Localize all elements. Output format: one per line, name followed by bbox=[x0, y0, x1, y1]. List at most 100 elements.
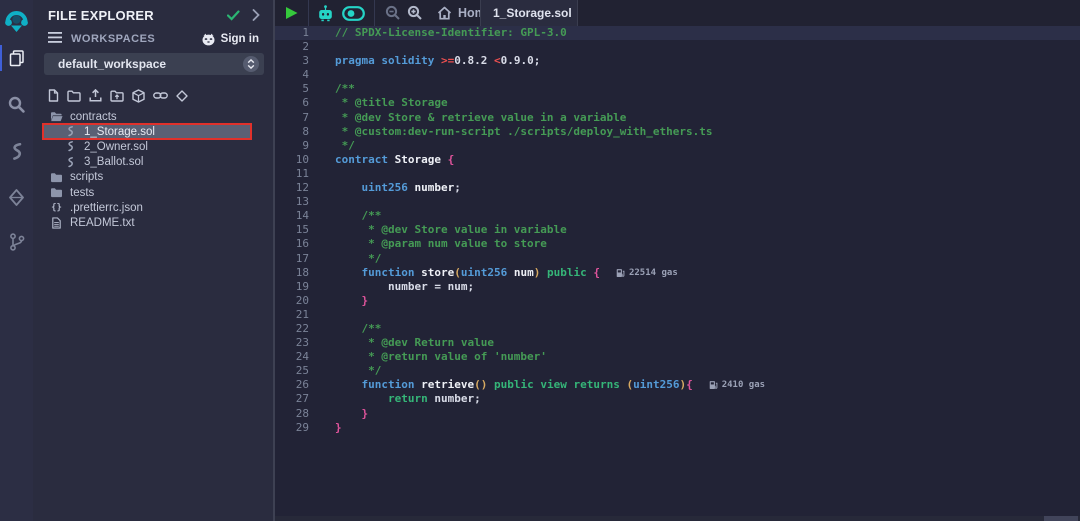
code-line-19[interactable]: 19 number = num; bbox=[275, 280, 1080, 294]
workspace-dropdown[interactable]: default_workspace bbox=[44, 53, 264, 75]
line-number: 22 bbox=[275, 322, 309, 336]
new-folder-icon[interactable] bbox=[67, 90, 81, 102]
code-text: * @dev Store value in variable bbox=[335, 223, 567, 237]
chevron-right-icon[interactable] bbox=[252, 9, 260, 21]
git-icon[interactable] bbox=[0, 225, 33, 258]
line-number: 20 bbox=[275, 294, 309, 308]
code-line-22[interactable]: 22 /** bbox=[275, 322, 1080, 336]
code-line-16[interactable]: 16 * @param num value to store bbox=[275, 237, 1080, 251]
workspace-dropdown-value: default_workspace bbox=[58, 57, 243, 71]
code-text: /** bbox=[335, 322, 381, 336]
code-line-3[interactable]: 3pragma solidity >=0.8.2 <0.9.0; bbox=[275, 54, 1080, 68]
ipfs-box-icon[interactable] bbox=[132, 89, 145, 103]
code-line-25[interactable]: 25 */ bbox=[275, 364, 1080, 378]
file-explorer-icon[interactable] bbox=[0, 41, 33, 74]
gist-icon[interactable] bbox=[176, 90, 188, 102]
zoom-out-icon[interactable] bbox=[385, 5, 401, 21]
copilot-toggle-icon[interactable] bbox=[342, 6, 365, 21]
ai-copilot-robot-icon[interactable] bbox=[316, 5, 335, 22]
gas-estimate-badge: 2410 gas bbox=[709, 378, 765, 392]
upload-file-icon[interactable] bbox=[89, 89, 102, 102]
tree-item-1_Storage.sol[interactable]: 1_Storage.sol bbox=[33, 124, 273, 139]
code-text: function retrieve() public view returns … bbox=[335, 378, 693, 392]
code-editor[interactable]: 1 // SPDX-License-Identifier: GPL-3.023pr… bbox=[275, 26, 1080, 521]
horizontal-scrollbar[interactable] bbox=[275, 516, 1080, 521]
file-text-icon bbox=[50, 217, 63, 229]
code-line-9[interactable]: 9 */ bbox=[275, 139, 1080, 153]
code-line-14[interactable]: 14 /** bbox=[275, 209, 1080, 223]
code-line-18[interactable]: 18 function store(uint256 num) public {2… bbox=[275, 266, 1080, 280]
code-text: * @param num value to store bbox=[335, 237, 547, 251]
tree-item-label: .prettierrc.json bbox=[70, 202, 143, 214]
code-text: */ bbox=[335, 252, 381, 266]
code-line-5[interactable]: 5/** bbox=[275, 82, 1080, 96]
tab-1_Storage.sol[interactable]: 1_Storage.sol bbox=[480, 0, 578, 26]
code-line-8[interactable]: 8 * @custom:dev-run-script ./scripts/dep… bbox=[275, 125, 1080, 139]
deploy-run-icon[interactable] bbox=[0, 181, 33, 214]
code-line-10[interactable]: 10contract Storage { bbox=[275, 153, 1080, 167]
code-lines: 1 // SPDX-License-Identifier: GPL-3.023pr… bbox=[275, 26, 1080, 435]
tree-item-3_Ballot.sol[interactable]: 3_Ballot.sol bbox=[33, 155, 273, 170]
line-number: 7 bbox=[275, 111, 309, 125]
editor-tab-bar: Home 1_Storage.sol bbox=[275, 0, 1080, 26]
code-line-27[interactable]: 27 return number; bbox=[275, 392, 1080, 406]
file-explorer-panel: FILE EXPLORER WORKSPACES Sign in default… bbox=[33, 0, 273, 521]
tree-item-contracts[interactable]: contracts bbox=[33, 109, 273, 124]
code-line-12[interactable]: 12 uint256 number; bbox=[275, 181, 1080, 195]
code-line-11[interactable]: 11 bbox=[275, 167, 1080, 181]
code-line-4[interactable]: 4 bbox=[275, 68, 1080, 82]
line-number: 8 bbox=[275, 125, 309, 139]
code-line-13[interactable]: 13 bbox=[275, 195, 1080, 209]
checkmark-icon[interactable] bbox=[227, 10, 240, 21]
tree-item-2_Owner.sol[interactable]: 2_Owner.sol bbox=[33, 139, 273, 154]
line-number: 19 bbox=[275, 280, 309, 294]
code-text: * @return value of 'number' bbox=[335, 350, 547, 364]
zoom-in-icon[interactable] bbox=[407, 5, 423, 21]
code-line-17[interactable]: 17 */ bbox=[275, 252, 1080, 266]
code-line-21[interactable]: 21 bbox=[275, 308, 1080, 322]
folder-icon bbox=[50, 172, 63, 183]
link-icon[interactable] bbox=[153, 89, 168, 102]
code-text: // SPDX-License-Identifier: GPL-3.0 bbox=[335, 26, 567, 40]
code-text: number = num; bbox=[335, 280, 474, 294]
remix-logo[interactable] bbox=[0, 3, 33, 41]
code-line-20[interactable]: 20 } bbox=[275, 294, 1080, 308]
code-line-26[interactable]: 26 function retrieve() public view retur… bbox=[275, 378, 1080, 392]
tree-item-README.txt[interactable]: README.txt bbox=[33, 215, 273, 230]
workspace-dropdown-toggle-icon[interactable] bbox=[243, 56, 259, 72]
code-line-23[interactable]: 23 * @dev Return value bbox=[275, 336, 1080, 350]
line-number: 24 bbox=[275, 350, 309, 364]
code-text: * @dev Store & retrieve value in a varia… bbox=[335, 111, 626, 125]
code-text: uint256 number; bbox=[335, 181, 461, 195]
solidity-file-icon bbox=[64, 157, 77, 168]
code-text: } bbox=[335, 421, 342, 435]
code-line-24[interactable]: 24 * @return value of 'number' bbox=[275, 350, 1080, 364]
line-number: 1 bbox=[275, 26, 309, 40]
tree-item-label: scripts bbox=[70, 171, 103, 183]
code-text: */ bbox=[335, 364, 381, 378]
search-icon[interactable] bbox=[0, 88, 33, 121]
code-line-29[interactable]: 29} bbox=[275, 421, 1080, 435]
hamburger-menu-icon[interactable] bbox=[48, 32, 62, 46]
line-number: 4 bbox=[275, 68, 309, 82]
line-number: 15 bbox=[275, 223, 309, 237]
code-line-1[interactable]: 1 // SPDX-License-Identifier: GPL-3.0 bbox=[275, 26, 1080, 40]
tree-item-.prettierrc.json[interactable]: {}.prettierrc.json bbox=[33, 200, 273, 215]
code-line-6[interactable]: 6 * @title Storage bbox=[275, 96, 1080, 110]
line-number: 17 bbox=[275, 252, 309, 266]
code-line-15[interactable]: 15 * @dev Store value in variable bbox=[275, 223, 1080, 237]
run-script-button[interactable] bbox=[284, 6, 299, 20]
scrollbar-thumb[interactable] bbox=[1044, 516, 1078, 521]
code-line-2[interactable]: 2 bbox=[275, 40, 1080, 54]
tree-item-scripts[interactable]: scripts bbox=[33, 170, 273, 185]
code-text: /** bbox=[335, 209, 381, 223]
line-number: 12 bbox=[275, 181, 309, 195]
sign-in-button[interactable]: Sign in bbox=[201, 33, 259, 46]
new-file-icon[interactable] bbox=[48, 89, 59, 102]
solidity-compiler-icon[interactable] bbox=[0, 135, 33, 168]
tree-item-tests[interactable]: tests bbox=[33, 185, 273, 200]
code-line-7[interactable]: 7 * @dev Store & retrieve value in a var… bbox=[275, 111, 1080, 125]
code-line-28[interactable]: 28 } bbox=[275, 407, 1080, 421]
upload-folder-icon[interactable] bbox=[110, 90, 124, 102]
line-number: 6 bbox=[275, 96, 309, 110]
